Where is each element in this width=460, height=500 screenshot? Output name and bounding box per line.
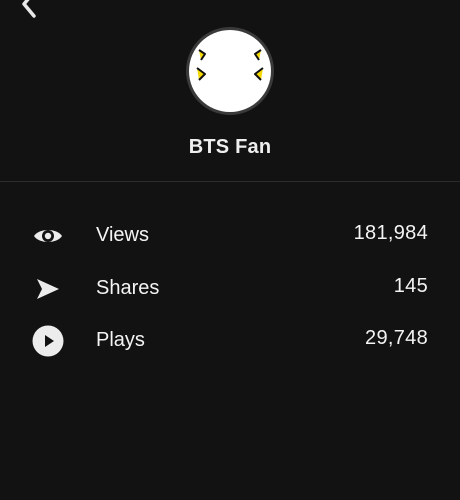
play-circle-icon <box>30 325 66 357</box>
avatar[interactable] <box>186 27 274 115</box>
stat-label: Plays <box>96 329 145 351</box>
stat-row-shares: Shares 145 <box>0 263 460 316</box>
stat-label: Views <box>96 224 149 246</box>
stat-value: 29,748 <box>365 327 428 349</box>
stat-row-views: Views 181,984 <box>0 210 460 263</box>
stat-label: Shares <box>96 276 160 299</box>
stat-row-plays: Plays 29,748 <box>0 315 460 368</box>
cartoon-face-icon <box>196 49 264 81</box>
eye-icon <box>30 220 66 252</box>
stat-value: 145 <box>393 274 428 297</box>
profile-header: BTS Fan <box>0 0 460 181</box>
avatar-image <box>189 30 271 112</box>
stat-value: 181,984 <box>353 222 428 244</box>
divider <box>0 181 460 182</box>
profile-name: BTS Fan <box>188 136 272 158</box>
share-arrow-icon <box>30 273 66 305</box>
stats-list: Views 181,984 Shares 145 Plays 29,748 <box>0 210 460 368</box>
